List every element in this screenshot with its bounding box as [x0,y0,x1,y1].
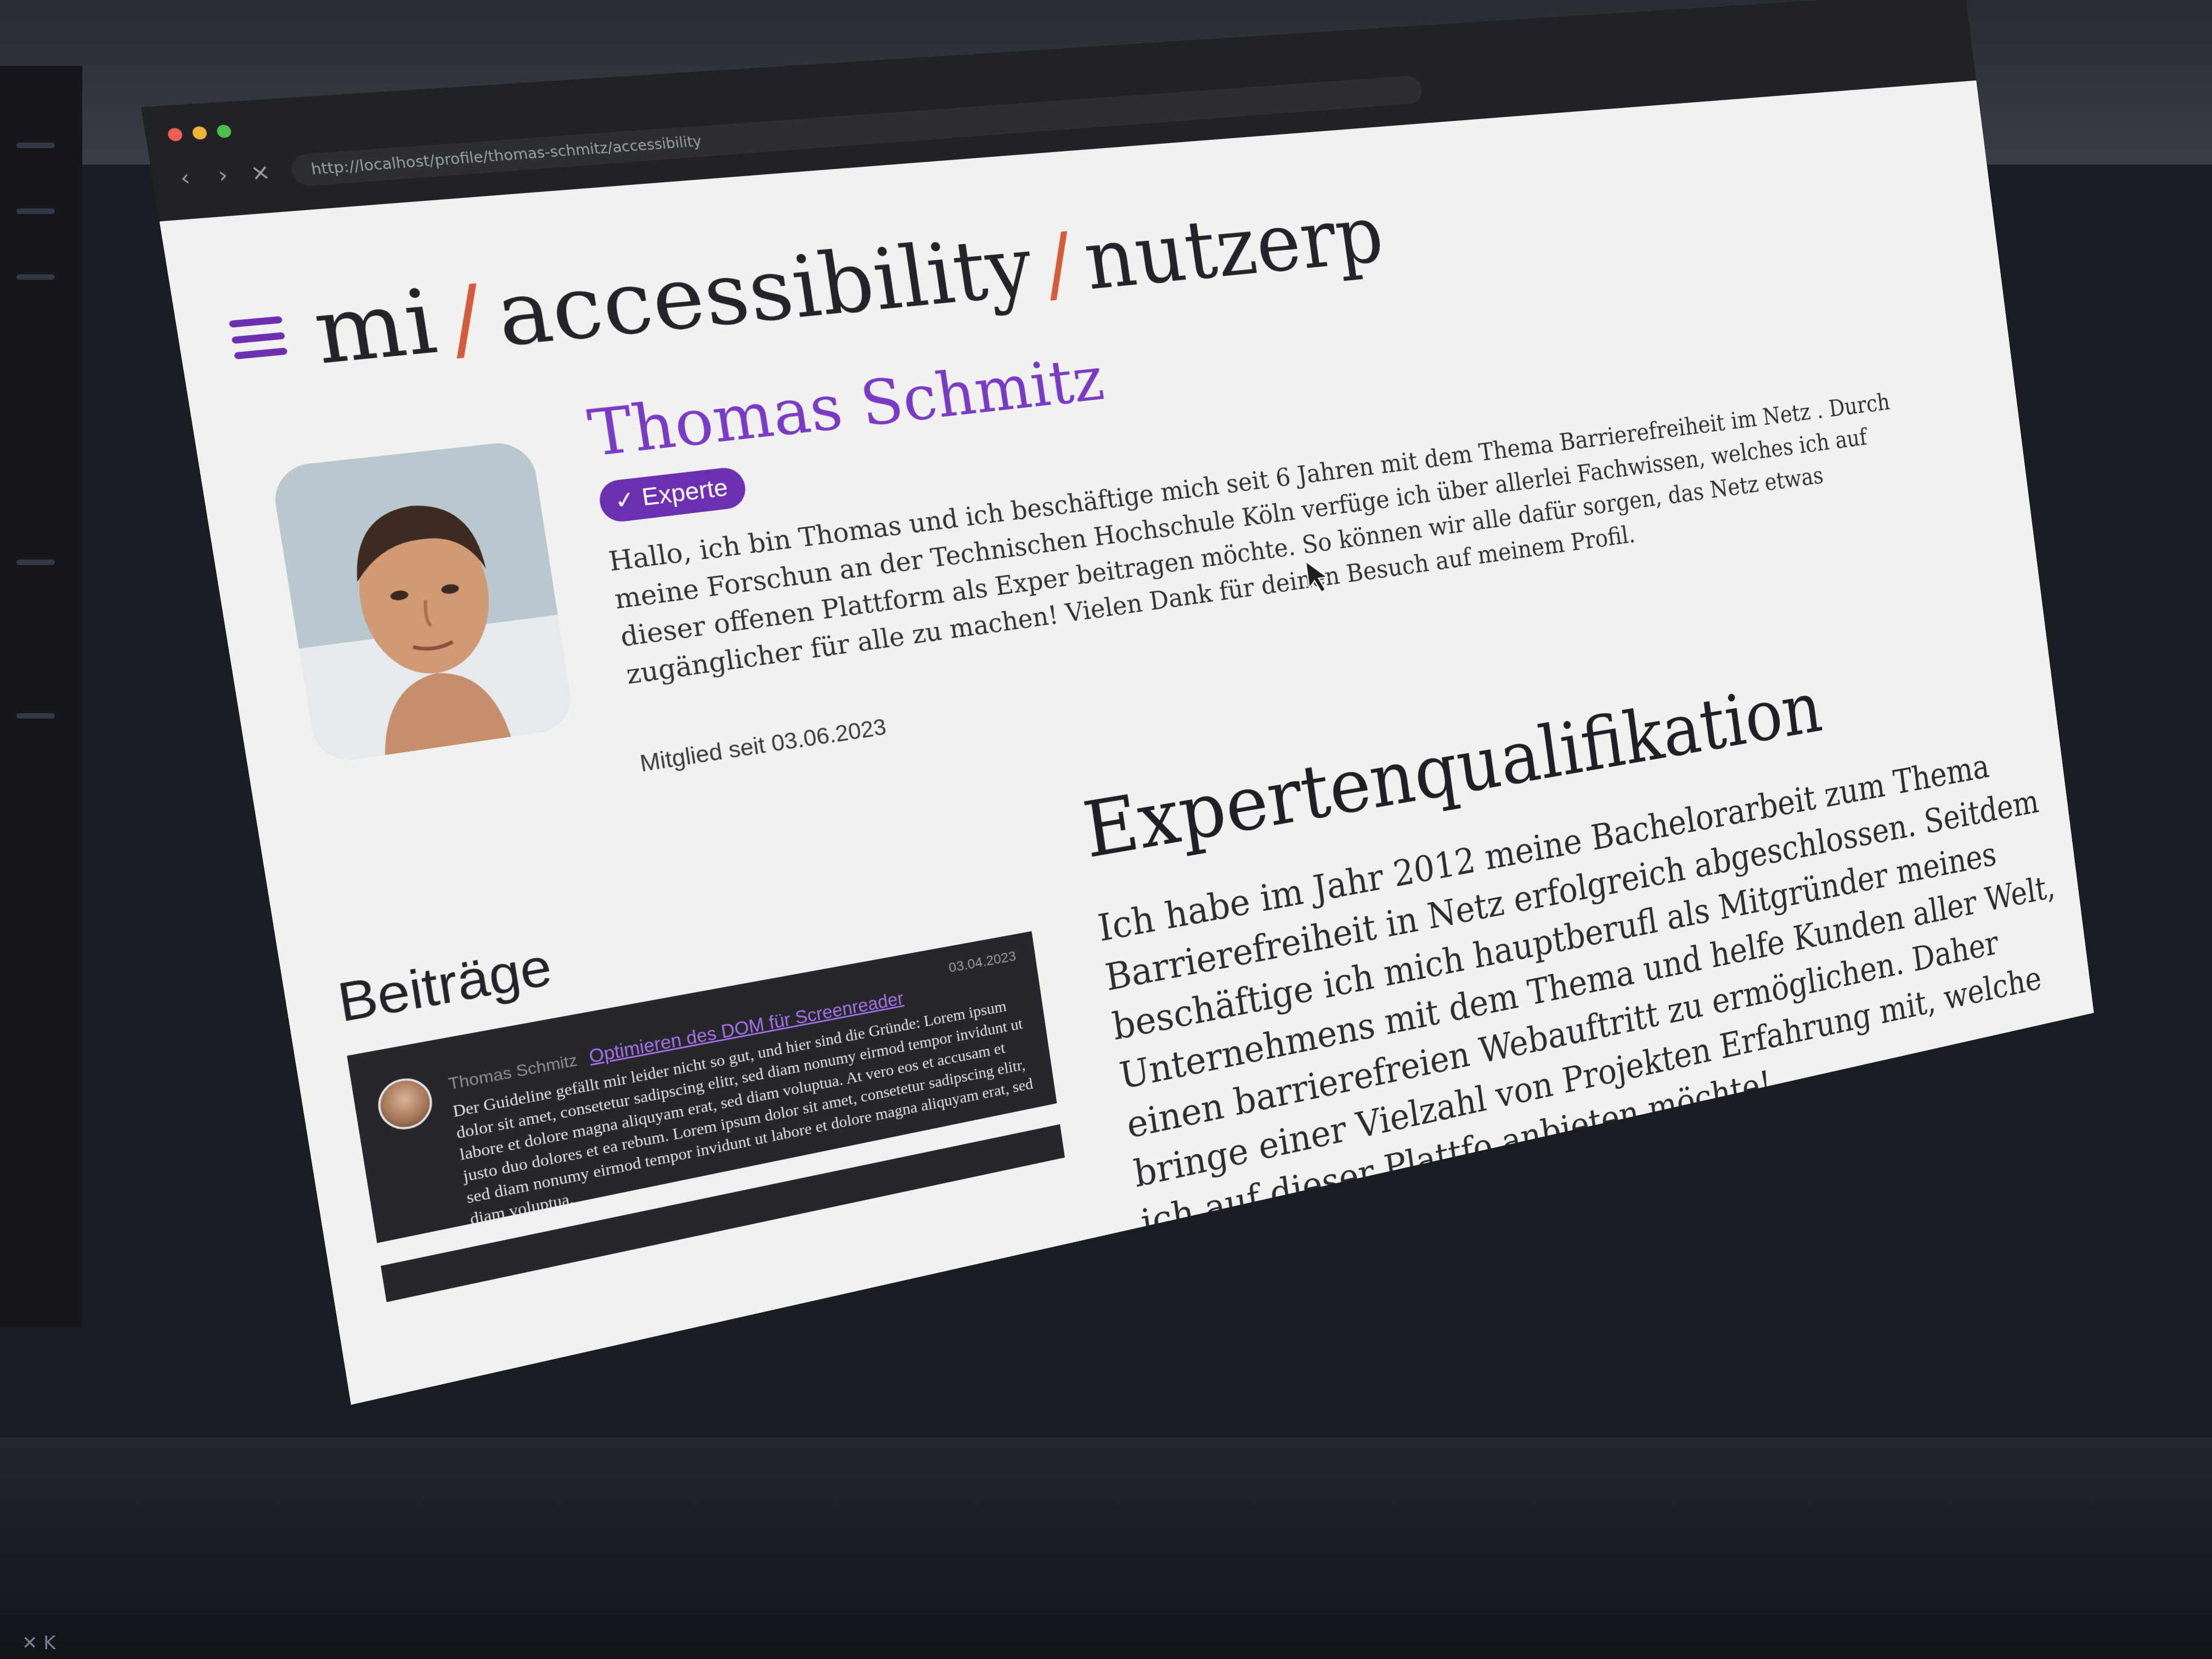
close-window-button[interactable] [167,127,183,142]
arrow-right-icon[interactable]: › [206,161,240,190]
monitor-bezel-bottom [0,1437,2212,1659]
browser-window: ‹ › × http://localhost/profile/thomas-sc… [140,0,2094,1405]
posts-section: Beiträge 03.04.2023 Thomas Schmitz Optim… [334,855,1065,1302]
check-icon: ✓ [612,485,637,515]
window-controls [167,124,232,142]
hamburger-menu-icon[interactable] [228,316,288,360]
post-author-avatar [374,1074,436,1134]
profile-page: mi/accessibility/nutzerp Thomas Schmitz … [160,81,2094,1405]
monitor: ‹ › × http://localhost/profile/thomas-sc… [0,0,2212,1659]
arrow-left-icon[interactable]: ‹ [168,163,202,193]
breadcrumb-profile[interactable]: nutzerp [1079,188,1389,308]
brand-logo[interactable]: mi [307,270,444,385]
avatar [269,439,575,765]
maximize-window-button[interactable] [216,124,232,138]
taskbar-label: ✕ K [22,1632,56,1654]
qualification-section: Expertenqualifikation Ich habe im Jahr 2… [1077,628,2094,1248]
expert-badge: ✓ Experte [596,465,748,524]
mouse-pointer-icon [1304,556,1335,597]
breadcrumb-accessibility[interactable]: accessibility [489,218,1039,366]
close-icon[interactable]: × [244,159,277,188]
profile-photo [269,439,575,765]
minimize-window-button[interactable] [191,126,208,140]
badge-label: Experte [640,474,730,511]
